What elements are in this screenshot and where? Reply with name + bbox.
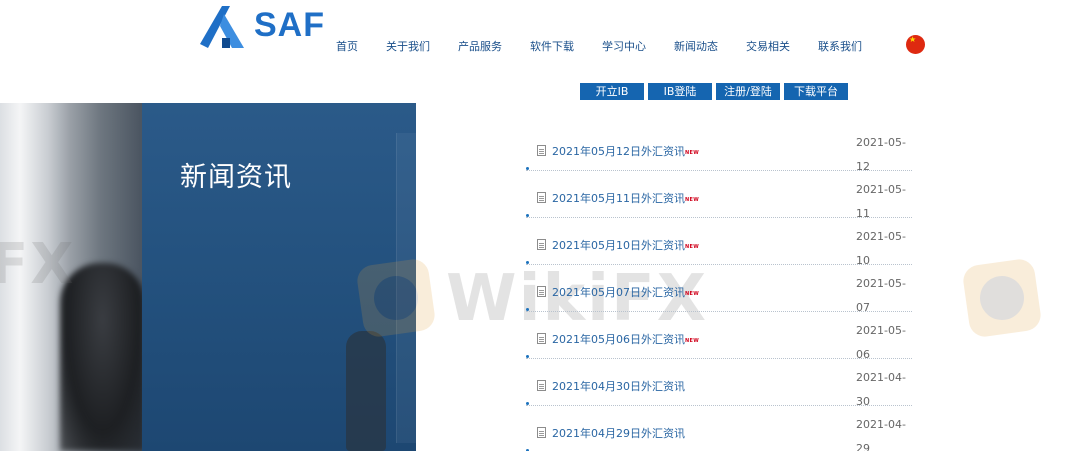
list-item[interactable]: 2021年05月11日外汇资讯 NEW 2021-05-11 [526, 171, 912, 220]
nav-item-about[interactable]: 关于我们 [386, 38, 430, 54]
document-icon [537, 192, 546, 203]
bullet-icon [526, 167, 529, 170]
new-badge: NEW [685, 244, 700, 250]
nav-item-news[interactable]: 新闻动态 [674, 38, 718, 54]
list-item[interactable]: 2021年05月07日外汇资讯 NEW 2021-05-07 [526, 265, 912, 314]
china-flag-icon[interactable]: ★ [906, 35, 925, 54]
news-title-link[interactable]: 2021年05月11日外汇资讯 [552, 190, 685, 206]
wikifx-logo-icon [961, 257, 1043, 339]
document-icon [537, 380, 546, 391]
bullet-icon [526, 261, 529, 264]
nav-item-software[interactable]: 软件下载 [530, 38, 574, 54]
nav-item-trading[interactable]: 交易相关 [746, 38, 790, 54]
new-badge: NEW [685, 150, 700, 156]
news-title-link[interactable]: 2021年04月29日外汇资讯 [552, 425, 685, 441]
nav-item-home[interactable]: 首页 [336, 38, 358, 54]
logo-text: SAF [254, 6, 325, 44]
new-badge: NEW [685, 291, 700, 297]
news-title-link[interactable]: 2021年05月06日外汇资讯 [552, 331, 685, 347]
hero-person [346, 331, 386, 451]
list-item[interactable]: 2021年05月10日外汇资讯 NEW 2021-05-10 [526, 218, 912, 267]
register-login-button[interactable]: 注册/登陆 [716, 83, 780, 100]
nav-item-contact[interactable]: 联系我们 [818, 38, 862, 54]
news-title-link[interactable]: 2021年05月07日外汇资讯 [552, 284, 685, 300]
nav-item-learning[interactable]: 学习中心 [602, 38, 646, 54]
new-badge: NEW [685, 197, 700, 203]
bullet-icon [526, 308, 529, 311]
page-title: 新闻资讯 [180, 162, 292, 193]
main-nav: 首页 关于我们 产品服务 软件下载 学习中心 新闻动态 交易相关 联系我们 [336, 38, 890, 54]
news-date: 2021-04-29 [856, 418, 906, 451]
bullet-icon [526, 402, 529, 405]
download-platform-button[interactable]: 下载平台 [784, 83, 848, 100]
list-item[interactable]: 2021年05月12日外汇资讯 NEW 2021-05-12 [526, 124, 912, 173]
list-item[interactable]: 2021年05月06日外汇资讯 NEW 2021-05-06 [526, 312, 912, 361]
saf-logo-icon [200, 6, 244, 48]
open-ib-button[interactable]: 开立IB [580, 83, 644, 100]
news-title-link[interactable]: 2021年05月12日外汇资讯 [552, 143, 685, 159]
document-icon [537, 145, 546, 156]
news-title-link[interactable]: 2021年04月30日外汇资讯 [552, 378, 685, 394]
news-title-link[interactable]: 2021年05月10日外汇资讯 [552, 237, 685, 253]
ib-login-button[interactable]: IB登陆 [648, 83, 712, 100]
document-icon [537, 286, 546, 297]
document-icon [537, 333, 546, 344]
nav-item-products[interactable]: 产品服务 [458, 38, 502, 54]
watermark-text-left: FX [0, 232, 76, 297]
saf-logo[interactable]: SAF [196, 0, 326, 52]
bullet-icon [526, 355, 529, 358]
document-icon [537, 239, 546, 250]
news-list: 2021年05月12日外汇资讯 NEW 2021-05-12 2021年05月1… [526, 124, 912, 451]
new-badge: NEW [685, 338, 700, 344]
wikifx-logo-icon [355, 257, 437, 339]
document-icon [537, 427, 546, 438]
list-item[interactable]: 2021年04月29日外汇资讯 2021-04-29 [526, 406, 912, 451]
action-buttons: 开立IB IB登陆 注册/登陆 下载平台 [580, 83, 852, 100]
bullet-icon [526, 214, 529, 217]
list-item[interactable]: 2021年04月30日外汇资讯 2021-04-30 [526, 359, 912, 408]
